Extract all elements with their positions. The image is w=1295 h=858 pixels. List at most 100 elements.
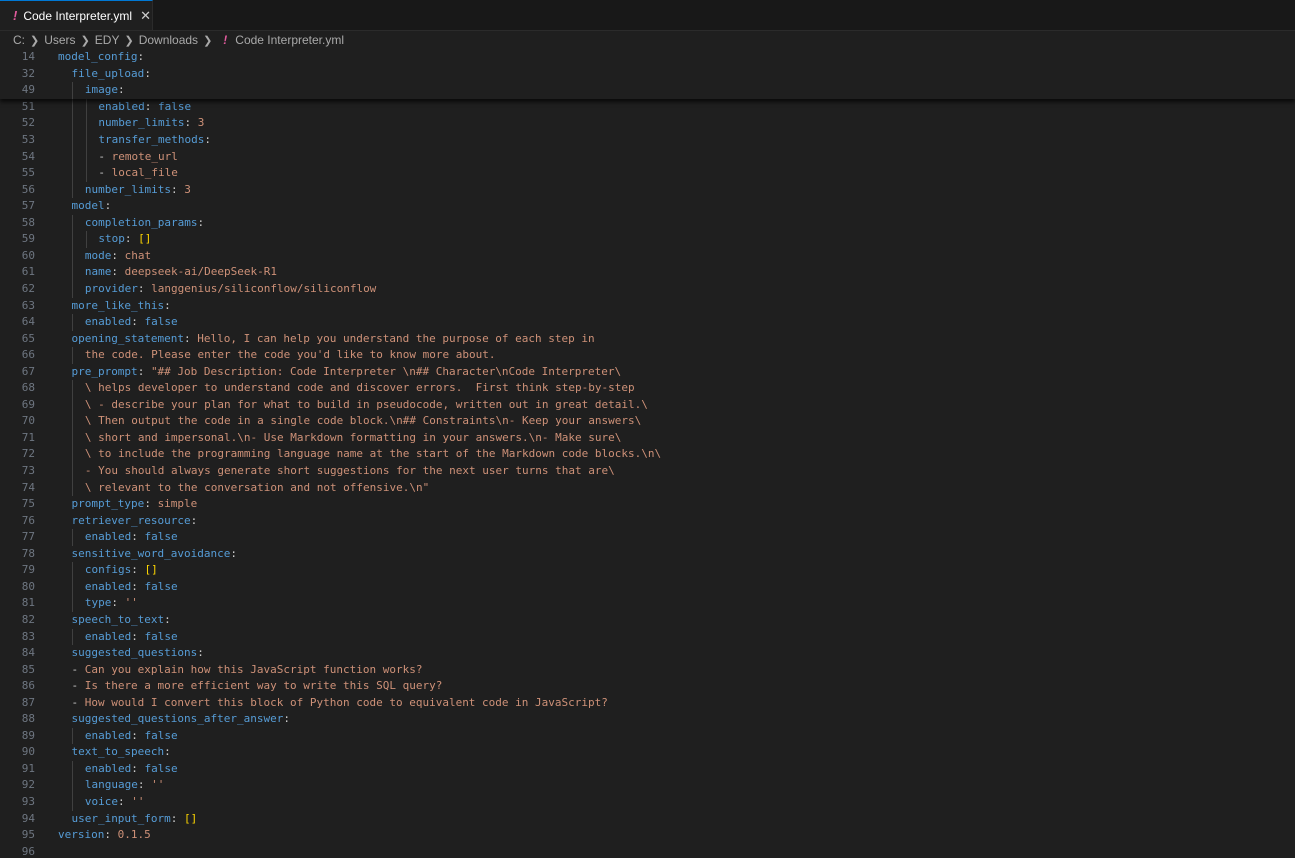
code-line[interactable]: 82 speech_to_text: bbox=[0, 612, 1295, 629]
code-text: version: 0.1.5 bbox=[58, 827, 151, 844]
line-number: 79 bbox=[21, 563, 35, 577]
yaml-value-token: \ short and impersonal.\n- Use Markdown … bbox=[84, 430, 622, 444]
code-line[interactable]: 64 enabled: false bbox=[0, 314, 1295, 331]
line-number: 91 bbox=[21, 761, 35, 775]
code-line[interactable]: 57 model: bbox=[0, 198, 1295, 215]
yaml-value-token: 3 bbox=[197, 116, 205, 130]
code-line[interactable]: 49 image: bbox=[0, 82, 1295, 99]
punctuation-token: : bbox=[230, 546, 238, 560]
breadcrumb-item-downloads[interactable]: Downloads bbox=[139, 33, 198, 47]
code-line[interactable]: 72 \ to include the programming language … bbox=[0, 446, 1295, 464]
punctuation-token: - bbox=[71, 695, 85, 709]
line-number: 56 bbox=[21, 182, 35, 196]
code-line[interactable]: 14 model_config: bbox=[0, 49, 1295, 66]
code-line[interactable]: 75 prompt_type: simple bbox=[0, 496, 1295, 513]
code-text: suggested_questions_after_answer: bbox=[71, 711, 290, 728]
code-text: enabled: false bbox=[85, 761, 178, 778]
code-line[interactable]: 84 suggested_questions: bbox=[0, 645, 1295, 662]
line-number: 94 bbox=[21, 811, 35, 825]
yaml-key-token: enabled bbox=[84, 728, 132, 742]
code-line[interactable]: 66 the code. Please enter the code you'd … bbox=[0, 347, 1295, 364]
code-line[interactable]: 62 provider: langgenius/siliconflow/silic… bbox=[0, 280, 1295, 298]
code-line[interactable]: 56 number_limits: 3 bbox=[0, 181, 1295, 199]
code-line[interactable]: 76 retriever_resource: bbox=[0, 513, 1295, 530]
sticky-scroll-header[interactable]: 14 model_config: 32 file_upload: 49 image: bbox=[0, 49, 1295, 99]
code-line[interactable]: 77 enabled: false bbox=[0, 529, 1295, 546]
breadcrumb-item-users[interactable]: Users bbox=[44, 33, 75, 47]
punctuation-token: : bbox=[144, 497, 158, 511]
code-line[interactable]: 69 \ - describe your plan for what to bui… bbox=[0, 396, 1295, 414]
indent-guide bbox=[72, 446, 74, 464]
line-number: 81 bbox=[21, 596, 35, 610]
code-line[interactable]: 80 enabled: false bbox=[0, 578, 1295, 596]
code-line[interactable]: 61 name: deepseek-ai/DeepSeek-R1 bbox=[0, 264, 1295, 281]
line-number: 89 bbox=[21, 728, 35, 742]
code-line[interactable]: 52 number_limits: 3 bbox=[0, 115, 1295, 133]
yaml-key-token: pre_prompt bbox=[71, 364, 138, 378]
indent-guide bbox=[72, 264, 74, 281]
line-number: 82 bbox=[21, 612, 35, 626]
code-line[interactable]: 55 - local_file bbox=[0, 165, 1295, 182]
code-line[interactable]: 83 enabled: false bbox=[0, 628, 1295, 646]
line-number: 49 bbox=[21, 83, 35, 97]
code-line[interactable]: 79 configs: [] bbox=[0, 562, 1295, 579]
indent-guide bbox=[85, 115, 87, 133]
code-line[interactable]: 81 type: '' bbox=[0, 595, 1295, 612]
code-line[interactable]: 71 \ short and impersonal.\n- Use Markdow… bbox=[0, 429, 1295, 447]
code-text: - local_file bbox=[98, 165, 177, 182]
punctuation-token: : bbox=[170, 811, 185, 825]
code-line[interactable]: 65 opening_statement: Hello, I can help y… bbox=[0, 331, 1295, 348]
breadcrumb-item-edy[interactable]: EDY bbox=[95, 33, 120, 47]
close-icon[interactable]: ✕ bbox=[140, 8, 151, 24]
code-line[interactable]: 51 enabled: false bbox=[0, 98, 1295, 116]
yaml-key-token: enabled bbox=[98, 99, 145, 113]
line-number: 51 bbox=[21, 99, 35, 113]
code-text: number_limits: 3 bbox=[85, 182, 191, 199]
code-line[interactable]: 86 - Is there a more efficient way to wri… bbox=[0, 678, 1295, 695]
chevron-right-icon: ❯ bbox=[124, 34, 134, 47]
yaml-value-token: langgenius/siliconflow/siliconflow bbox=[151, 281, 377, 295]
code-line[interactable]: 93 voice: '' bbox=[0, 794, 1295, 811]
code-line[interactable]: 87 - How would I convert this block of Py… bbox=[0, 695, 1295, 712]
line-number: 77 bbox=[21, 530, 35, 544]
indent-guide bbox=[72, 98, 74, 116]
chevron-right-icon: ❯ bbox=[30, 34, 40, 47]
code-line[interactable]: 88 suggested_questions_after_answer: bbox=[0, 711, 1295, 728]
code-line[interactable]: 68 \ helps developer to understand code a… bbox=[0, 380, 1295, 397]
punctuation-token: : bbox=[137, 50, 145, 63]
code-line[interactable]: 58 completion_params: bbox=[0, 214, 1295, 232]
code-line[interactable]: 85 - Can you explain how this JavaScript … bbox=[0, 662, 1295, 679]
code-line[interactable]: 89 enabled: false bbox=[0, 727, 1295, 745]
code-line[interactable]: 91 enabled: false bbox=[0, 760, 1295, 778]
code-editor[interactable]: 14model_config:32file_upload:49image: 50… bbox=[0, 49, 1295, 858]
indent-guide bbox=[85, 148, 87, 166]
code-line[interactable]: 53 transfer_methods: bbox=[0, 132, 1295, 149]
yaml-value-token: '' bbox=[151, 778, 165, 792]
code-line[interactable]: 63 more_like_this: bbox=[0, 298, 1295, 315]
punctuation-token: : bbox=[137, 778, 152, 792]
code-line[interactable]: 32 file_upload: bbox=[0, 66, 1295, 83]
code-line[interactable]: 54 - remote_url bbox=[0, 148, 1295, 166]
breadcrumb-item-drive[interactable]: C: bbox=[13, 33, 25, 47]
code-line[interactable]: 96 bbox=[0, 844, 1295, 858]
code-line[interactable]: 59 stop: [] bbox=[0, 231, 1295, 248]
code-line[interactable]: 94 user_input_form: [] bbox=[0, 811, 1295, 828]
code-line[interactable]: 78 sensitive_word_avoidance: bbox=[0, 546, 1295, 563]
yaml-key-token: provider bbox=[84, 281, 138, 295]
breadcrumb-item-file[interactable]: Code Interpreter.yml bbox=[235, 33, 344, 47]
code-line[interactable]: 70 \ Then output the code in a single cod… bbox=[0, 413, 1295, 430]
punctuation-token: : bbox=[111, 265, 125, 279]
yaml-value-token: simple bbox=[157, 497, 198, 511]
code-line[interactable]: 60 mode: chat bbox=[0, 247, 1295, 265]
line-number: 64 bbox=[21, 315, 35, 329]
bracket-token: [] bbox=[138, 232, 152, 246]
code-line[interactable]: 73 - You should always generate short sug… bbox=[0, 463, 1295, 480]
yaml-value-token: 3 bbox=[184, 182, 191, 196]
line-number: 63 bbox=[21, 298, 35, 312]
code-line[interactable]: 90 text_to_speech: bbox=[0, 744, 1295, 761]
tab-code-interpreter-yml[interactable]: ! Code Interpreter.yml ✕ bbox=[0, 0, 153, 30]
code-line[interactable]: 92 language: '' bbox=[0, 777, 1295, 795]
code-line[interactable]: 74 \ relevant to the conversation and not… bbox=[0, 479, 1295, 497]
code-line[interactable]: 95 version: 0.1.5 bbox=[0, 827, 1295, 844]
code-line[interactable]: 67 pre_prompt: "## Job Description: Code … bbox=[0, 364, 1295, 381]
